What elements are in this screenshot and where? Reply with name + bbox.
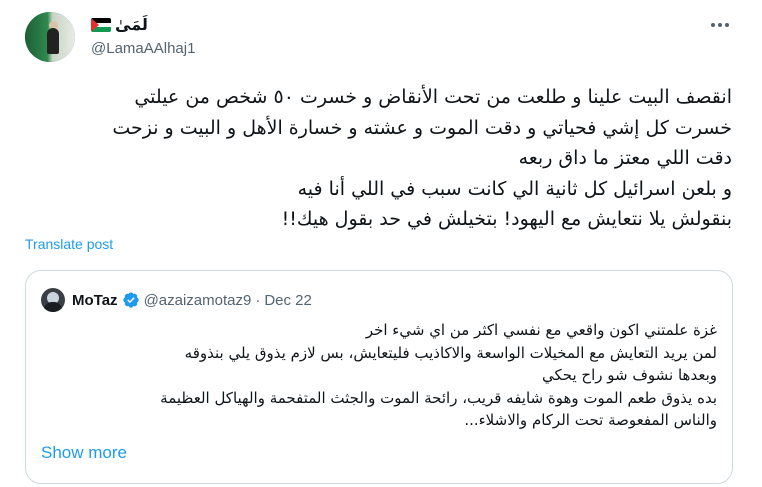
quoted-line: وبعدها نشوف شو راح يحكي — [542, 366, 717, 385]
quoted-line: غزة علمتني اكون واقعي مع نفسي اكثر من اي… — [365, 321, 717, 339]
quoted-line: بده يذوق طعم الموت وهوة شايفه قريب، رائح… — [160, 388, 717, 407]
meta-separator: · — [255, 291, 261, 309]
quoted-line: لمن يريد التعايش مع المخيلات الواسعة وال… — [184, 343, 717, 362]
author-display-name[interactable]: لَمَىٰ — [115, 15, 148, 35]
show-more-link[interactable]: Show more — [41, 443, 127, 463]
tweet-text: انقصف البيت علينا و طلعت من تحت الأنقاض … — [27, 82, 732, 235]
quoted-post-date: Dec 22 — [264, 291, 312, 309]
quoted-author-name: MoTaz — [72, 291, 118, 309]
quoted-post-card[interactable]: MoTaz @azaizamotaz9 · Dec 22 غزة علمتني … — [25, 270, 733, 484]
palestine-flag-icon — [91, 18, 111, 32]
verified-badge-icon — [122, 292, 139, 308]
quoted-author-handle: @azaizamotaz9 — [143, 291, 252, 309]
translate-post-link[interactable]: Translate post — [25, 236, 113, 252]
tweet-line: خسرت كل إشي فحياتي و دقت الموت و عشته و … — [112, 116, 732, 139]
tweet-line: بنقولش يلا نتعايش مع اليهود! بتخيلش في ح… — [281, 208, 732, 230]
quoted-author-avatar — [41, 288, 65, 312]
tweet-line: انقصف البيت علينا و طلعت من تحت الأنقاض … — [134, 86, 732, 108]
tweet-line: دقت اللي معتز ما داق ربعه — [518, 147, 732, 169]
avatar-figure — [47, 28, 59, 54]
more-options-icon[interactable] — [707, 14, 733, 36]
tweet-line: و بلعن اسرائيل كل ثانية الي كانت سبب في … — [297, 177, 732, 200]
quoted-line: والناس المفعوصة تحت الركام والاشلاء... — [464, 411, 717, 430]
author-name-row[interactable]: لَمَىٰ — [91, 14, 148, 36]
quoted-post-text: غزة علمتني اكون واقعي مع نفسي اكثر من اي… — [37, 319, 717, 432]
author-avatar[interactable] — [25, 12, 75, 62]
author-handle[interactable]: @LamaAAlhaj1 — [91, 40, 195, 57]
quoted-post-header: MoTaz @azaizamotaz9 · Dec 22 — [72, 288, 312, 312]
